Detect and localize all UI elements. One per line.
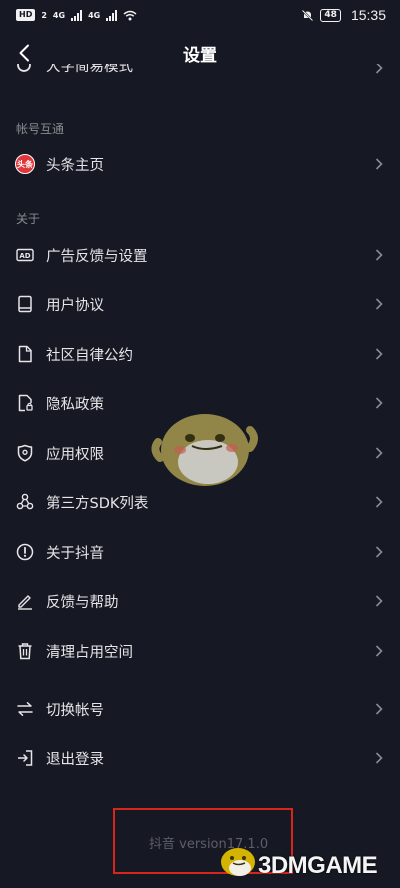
book-icon [15,294,35,314]
setting-row-label: 隐私政策 [46,396,104,413]
setting-row-clear-storage[interactable]: 清理占用空间 [0,627,400,675]
setting-row-toutiao[interactable]: 头条 头条主页 [0,140,400,188]
setting-row-about-douyin[interactable]: 关于抖音 [0,528,400,576]
signal-icon-2 [106,9,118,21]
chevron-right-icon [374,396,384,410]
section-label-about: 关于 [16,212,41,226]
chevron-right-icon [374,248,384,262]
setting-row-label: 社区自律公约 [46,347,133,364]
setting-row-label: 切换帐号 [46,702,104,719]
chevron-right-icon [374,751,384,765]
chevron-right-icon [374,594,384,608]
signal-icon [71,9,83,21]
chevron-right-icon [374,157,384,171]
logout-button[interactable]: 退出登录 [0,734,400,782]
shield-icon [15,443,35,463]
wifi-icon [123,10,137,20]
battery-indicator: 48 [320,8,341,22]
switch-icon [15,699,35,719]
document-icon [15,344,35,364]
svg-text:AD: AD [19,252,30,260]
setting-row-label: 退出登录 [46,751,104,768]
setting-row-feedback-help[interactable]: 反馈与帮助 [0,577,400,625]
switch-account-button[interactable]: 切换帐号 [0,685,400,733]
status-left: HD 2 4G 4G [16,9,137,21]
privacy-document-icon [15,393,35,413]
mascot-watermark [151,414,258,486]
setting-row-label: 关于抖音 [46,545,104,562]
chevron-right-icon [374,297,384,311]
setting-row-ad-feedback[interactable]: AD 广告反馈与设置 [0,231,400,279]
status-right: 48 15:35 [301,7,386,23]
page-title: 设置 [183,45,217,66]
status-bar: HD 2 4G 4G 48 15:35 [0,0,400,30]
search-icon [15,64,35,76]
section-label-account-link: 帐号互通 [16,122,65,136]
chevron-right-icon [374,644,384,658]
ad-icon: AD [15,245,35,265]
info-icon [15,542,35,562]
setting-row-large-font[interactable]: 大字简易模式 [0,64,400,88]
toutiao-logo: 头条 [15,154,35,174]
setting-row-label: 头条主页 [46,157,104,174]
setting-row-label: 第三方SDK列表 [46,495,149,512]
chevron-right-icon [374,495,384,509]
clock: 15:35 [350,7,386,23]
back-button[interactable] [10,39,38,67]
setting-row-label: 反馈与帮助 [46,594,119,611]
chevron-right-icon [374,64,384,75]
setting-row-label: 应用权限 [46,446,104,463]
pencil-icon [15,591,35,611]
chevron-right-icon [374,702,384,716]
setting-row-community-guidelines[interactable]: 社区自律公约 [0,330,400,378]
nodes-icon [15,492,35,512]
mute-bell-icon [302,9,314,21]
setting-row-label: 广告反馈与设置 [46,248,148,265]
setting-row-label: 大字简易模式 [46,64,133,75]
setting-row-label: 用户协议 [46,297,104,314]
hd-badge: HD [16,9,36,21]
chevron-right-icon [374,446,384,460]
back-arrow-icon [19,44,29,62]
logout-icon [15,748,35,768]
trash-icon [15,641,35,661]
setting-row-label: 清理占用空间 [46,644,133,661]
network-type-1: 4G [52,10,66,20]
watermark-text: 3DMGAME [258,852,378,879]
network-type-2: 4G [88,10,101,20]
setting-row-user-agreement[interactable]: 用户协议 [0,280,400,328]
chevron-right-icon [374,347,384,361]
chevron-right-icon [374,545,384,559]
sim-badge: 2 [41,10,47,20]
